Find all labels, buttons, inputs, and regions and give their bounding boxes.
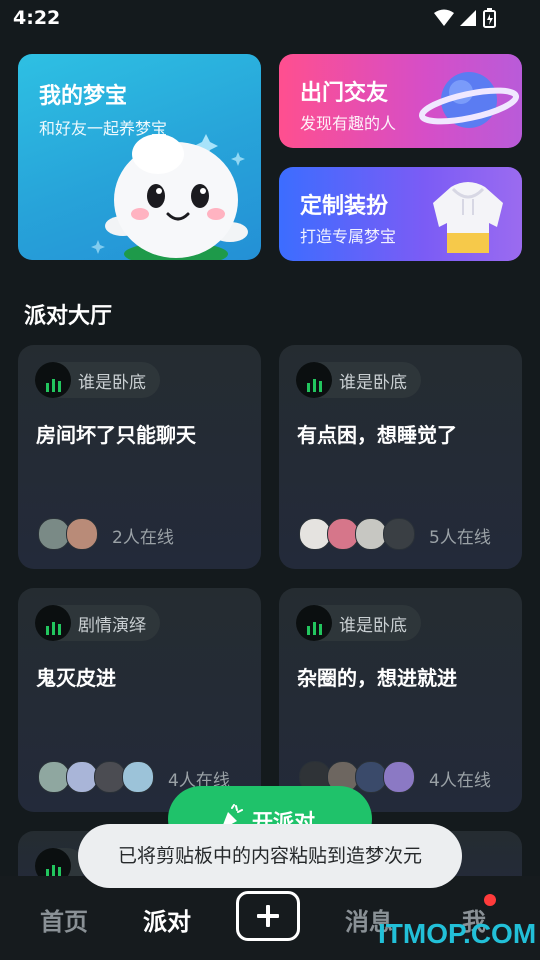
online-count: 2人在线	[112, 528, 174, 548]
battery-icon	[483, 8, 496, 28]
go-out-title: 出门交友	[300, 81, 389, 106]
my-dream-title: 我的梦宝	[39, 84, 128, 109]
go-out-card[interactable]: 出门交友 发现有趣的人	[279, 54, 522, 148]
room-card[interactable]: 谁是卧底 有点困，想睡觉了 5人在线	[279, 345, 522, 569]
dream-mascot-image	[91, 134, 248, 260]
room-card[interactable]: 谁是卧底 杂圈的，想进就进 4人在线	[279, 588, 522, 812]
audio-bars-icon	[296, 605, 332, 641]
signal-icon	[460, 10, 476, 26]
wifi-icon	[434, 9, 454, 26]
hoodie-icon	[433, 182, 503, 253]
room-tag: 谁是卧底	[35, 362, 160, 398]
outfit-subtitle: 打造专属梦宝	[300, 227, 397, 246]
room-card[interactable]: 剧情演绎 鬼灭皮进 4人在线	[18, 588, 261, 812]
room-tag: 谁是卧底	[296, 362, 421, 398]
create-button[interactable]	[236, 891, 300, 941]
room-title: 鬼灭皮进	[36, 666, 116, 690]
nav-party[interactable]: 派对	[143, 902, 191, 937]
plus-icon	[257, 905, 279, 927]
room-title: 有点困，想睡觉了	[297, 423, 457, 447]
party-hall-title: 派对大厅	[24, 304, 113, 329]
status-bar: 4:22	[0, 0, 540, 36]
audio-bars-icon	[35, 362, 71, 398]
room-tag: 剧情演绎	[35, 605, 160, 641]
my-dream-card[interactable]: 我的梦宝 和好友一起养梦宝	[18, 54, 261, 260]
audio-bars-icon	[35, 605, 71, 641]
online-count: 4人在线	[429, 771, 491, 791]
audio-bars-icon	[296, 362, 332, 398]
online-count: 5人在线	[429, 528, 491, 548]
avatar	[383, 518, 415, 550]
avatar	[122, 761, 154, 793]
status-time: 4:22	[13, 7, 61, 29]
outfit-card[interactable]: 定制装扮 打造专属梦宝	[279, 167, 522, 261]
outfit-title: 定制装扮	[300, 194, 389, 219]
room-tag: 谁是卧底	[296, 605, 421, 641]
watermark: ITMOP.COM	[378, 918, 537, 949]
clipboard-toast: 已将剪贴板中的内容粘贴到造梦次元	[78, 824, 462, 888]
room-title: 房间坏了只能聊天	[36, 423, 196, 447]
room-tag-label: 谁是卧底	[339, 372, 407, 393]
planet-icon	[418, 72, 519, 128]
room-title: 杂圈的，想进就进	[297, 666, 457, 690]
avatar	[383, 761, 415, 793]
room-card[interactable]: 谁是卧底 房间坏了只能聊天 2人在线	[18, 345, 261, 569]
go-out-subtitle: 发现有趣的人	[300, 114, 397, 133]
nav-home[interactable]: 首页	[40, 902, 88, 937]
room-tag-label: 谁是卧底	[78, 372, 146, 393]
room-tag-label: 剧情演绎	[78, 615, 146, 636]
avatar	[66, 518, 98, 550]
notification-dot	[484, 894, 496, 906]
room-tag-label: 谁是卧底	[339, 615, 407, 636]
status-icons	[434, 8, 496, 28]
